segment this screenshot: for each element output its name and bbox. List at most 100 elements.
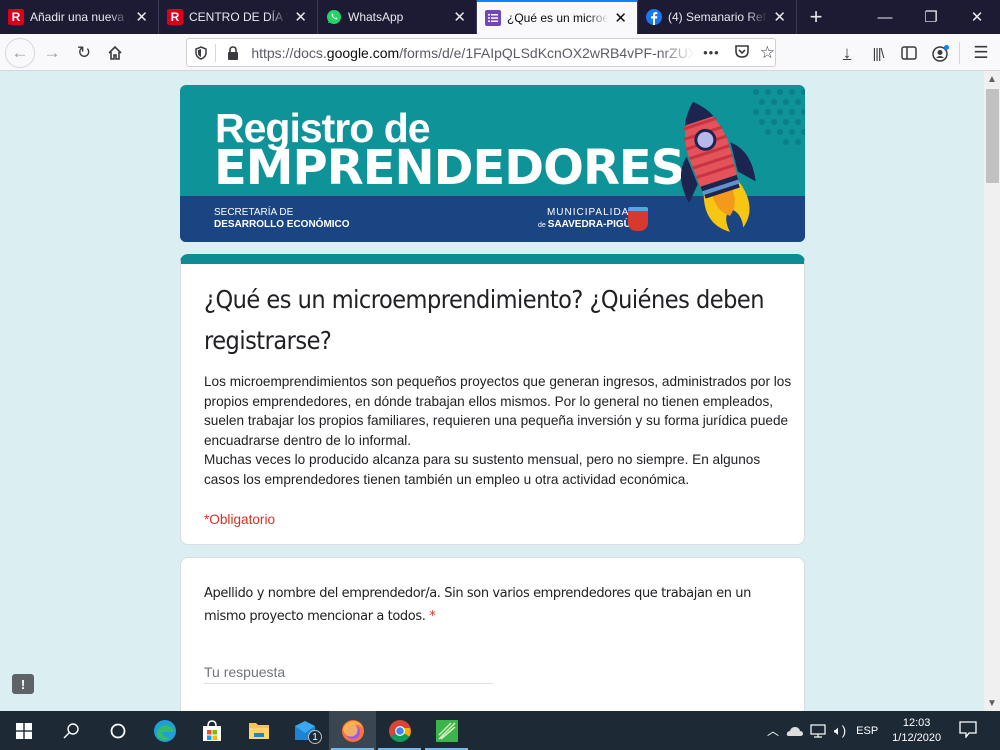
tab-title: CENTRO DE DÍA "AI — [189, 10, 288, 24]
google-forms-icon — [485, 10, 501, 26]
taskbar-file-explorer[interactable] — [235, 711, 282, 750]
browser-tab-bar: R Añadir una nueva entrada ✕ R CENTRO DE… — [0, 0, 1000, 34]
hamburger-icon: ☰ — [973, 43, 989, 62]
chrome-icon — [388, 719, 411, 742]
forward-button[interactable]: → — [37, 38, 67, 68]
question-card: Apellido y nombre del emprendedor/a. Sin… — [180, 557, 805, 711]
close-tab-icon[interactable]: ✕ — [294, 8, 307, 26]
municipal-shield-icon — [628, 207, 648, 231]
rocket-illustration — [680, 101, 756, 232]
banner-title-line2: EMPRENDEDORES — [214, 140, 685, 196]
library-button[interactable]: |||\ — [863, 38, 893, 68]
tracking-shield-icon[interactable] — [187, 45, 215, 60]
tab-centro-de-dia[interactable]: R CENTRO DE DÍA "AI ✕ — [159, 0, 318, 34]
account-button[interactable] — [926, 38, 956, 68]
municipalidad-logo-text: MUNICIPALIDAD de SAAVEDRA-PIGÜÉ — [538, 207, 638, 230]
close-tab-icon[interactable]: ✕ — [453, 8, 466, 26]
scrollbar-thumb[interactable] — [986, 89, 999, 183]
sidebar-button[interactable] — [894, 38, 924, 68]
reload-button[interactable]: ↻ — [69, 38, 99, 68]
close-window-button[interactable]: ✕ — [954, 0, 1000, 34]
close-tab-icon[interactable]: ✕ — [773, 8, 786, 26]
arrow-left-icon: ← — [11, 43, 29, 62]
microsoft-store-icon — [202, 719, 221, 741]
page-scrollbar[interactable]: ▲ ▼ — [984, 71, 1000, 711]
show-hidden-icons-chevron[interactable]: ︿ — [762, 722, 784, 739]
taskbar-firefox[interactable] — [329, 711, 376, 750]
windows-taskbar: 1 ︿ 🔈︎) ESP 12:03 1/12/2020 — [0, 711, 1000, 750]
taskbar-store[interactable] — [188, 711, 235, 750]
account-icon — [932, 45, 949, 62]
search-icon — [63, 722, 79, 738]
onedrive-cloud-icon[interactable] — [786, 725, 804, 737]
back-button[interactable]: ← — [5, 38, 35, 68]
download-icon: ↓ — [842, 43, 852, 62]
feedback-icon: ! — [20, 676, 26, 692]
taskbar-mail[interactable]: 1 — [282, 711, 329, 750]
taskbar-chrome[interactable] — [376, 711, 423, 750]
report-feedback-button[interactable]: ! — [12, 674, 34, 694]
whatsapp-icon — [326, 9, 342, 25]
taskbar-edge[interactable] — [141, 711, 188, 750]
volume-icon[interactable]: 🔈︎) — [834, 723, 846, 739]
language-indicator[interactable]: ESP — [856, 725, 878, 737]
required-note: *Obligatorio — [204, 512, 276, 527]
search-button[interactable] — [47, 711, 94, 750]
question-label: Apellido y nombre del emprendedor/a. Sin… — [204, 586, 751, 624]
header-banner: Registro de EMPRENDEDORES SECRETARÍA DE D… — [180, 85, 805, 242]
tab-title: WhatsApp — [348, 10, 404, 24]
home-button[interactable] — [100, 38, 130, 68]
cortana-circle-icon — [110, 723, 125, 738]
facebook-icon — [646, 9, 662, 25]
menu-button[interactable]: ☰ — [966, 38, 996, 68]
network-icon[interactable] — [810, 723, 828, 738]
close-tab-icon[interactable]: ✕ — [135, 8, 148, 26]
tab-anadir-entrada[interactable]: R Añadir una nueva entrada ✕ — [0, 0, 159, 34]
form-title: ¿Qué es un microemprendimiento? ¿Quiénes… — [204, 285, 764, 355]
windows-logo-icon — [15, 722, 32, 739]
secretaria-label: SECRETARÍA DE DESARROLLO ECONÓMICO — [214, 207, 350, 230]
taskbar-coreldraw[interactable] — [423, 711, 470, 750]
minimize-button[interactable]: — — [862, 0, 908, 34]
page-actions-button[interactable]: ••• — [703, 45, 720, 60]
library-icon: |||\ — [872, 45, 885, 61]
arrow-right-icon: → — [43, 43, 61, 62]
url-text[interactable]: https://docs.google.com/forms/d/e/1FAIpQ… — [251, 45, 695, 61]
r-site-icon: R — [8, 9, 24, 25]
home-icon — [108, 45, 122, 60]
url-bar[interactable]: https://docs.google.com/forms/d/e/1FAIpQ… — [186, 38, 776, 67]
r-site-icon: R — [167, 9, 183, 25]
edge-icon — [153, 719, 176, 742]
tab-whatsapp[interactable]: WhatsApp ✕ — [318, 0, 477, 34]
tab-title: ¿Qué es un microemprendimiento — [507, 11, 609, 25]
new-tab-button[interactable]: + — [801, 0, 831, 34]
form-header-card: ¿Qué es un microemprendimiento? ¿Quiénes… — [180, 254, 805, 545]
tab-facebook[interactable]: (4) Semanario Reflejos ✕ — [638, 0, 797, 34]
reload-icon: ↻ — [76, 43, 92, 62]
page-content: Registro de EMPRENDEDORES SECRETARÍA DE D… — [0, 71, 984, 711]
navigation-toolbar: ← → ↻ https://docs.google.com/forms/d/e/… — [0, 34, 1000, 71]
bookmark-star-icon[interactable]: ☆ — [760, 43, 775, 63]
firefox-icon — [341, 719, 364, 742]
tab-title: Añadir una nueva entrada — [30, 10, 129, 24]
sidebar-icon — [901, 46, 917, 60]
scroll-down-arrow[interactable]: ▼ — [984, 695, 1000, 711]
close-tab-icon[interactable]: ✕ — [614, 9, 627, 27]
downloads-button[interactable]: ↓ — [832, 38, 862, 68]
clock[interactable]: 12:03 1/12/2020 — [892, 716, 941, 746]
scroll-up-arrow[interactable]: ▲ — [984, 71, 1000, 87]
tab-google-form[interactable]: ¿Qué es un microemprendimiento ✕ — [477, 0, 638, 34]
system-tray: ︿ 🔈︎) ESP 12:03 1/12/2020 — [762, 711, 977, 750]
action-center-button[interactable] — [959, 720, 977, 741]
start-button[interactable] — [0, 711, 47, 750]
mail-badge: 1 — [308, 730, 322, 744]
cortana-button[interactable] — [94, 711, 141, 750]
restore-button[interactable]: ❐ — [908, 0, 954, 34]
form-description: Los microemprendimientos son pequeños pr… — [204, 374, 792, 487]
answer-input[interactable] — [204, 660, 493, 684]
folder-icon — [248, 722, 269, 739]
required-asterisk: * — [429, 609, 436, 624]
lock-icon[interactable] — [224, 45, 244, 60]
pocket-icon[interactable] — [734, 44, 750, 62]
tab-title: (4) Semanario Reflejos — [668, 10, 768, 24]
